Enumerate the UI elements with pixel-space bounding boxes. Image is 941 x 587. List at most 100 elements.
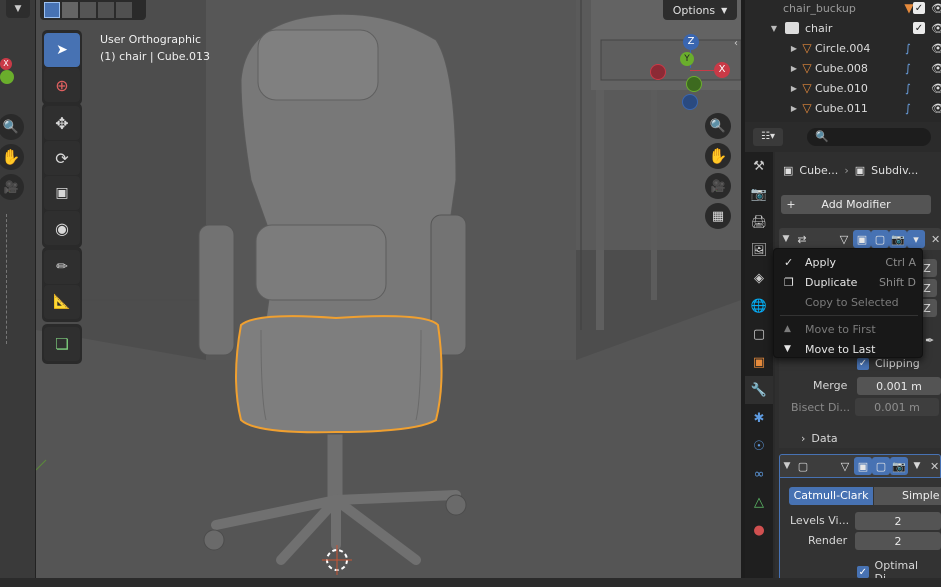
gizmo-neg-z[interactable] bbox=[682, 94, 698, 110]
clipping-checkbox[interactable]: ✓ bbox=[857, 357, 869, 370]
select-new-icon[interactable] bbox=[44, 2, 60, 18]
eyedropper-icon[interactable]: ✒ bbox=[925, 334, 934, 347]
gizmo-neg-x[interactable] bbox=[650, 64, 666, 80]
collapse-arrow-icon[interactable]: ▼ bbox=[779, 234, 793, 244]
scale-icon[interactable]: ▣ bbox=[44, 176, 80, 210]
collapse-dropdown[interactable]: ▼ bbox=[6, 0, 30, 18]
zoom-icon[interactable]: 🔍 bbox=[0, 114, 24, 140]
cursor-icon[interactable]: ⊕ bbox=[44, 68, 80, 102]
viewport-toggle-icon[interactable]: ▢ bbox=[871, 230, 889, 248]
modifier-tab-icon[interactable]: 🔧 bbox=[745, 376, 773, 404]
chevron-down-icon[interactable]: ▼ bbox=[908, 461, 926, 471]
eye-icon[interactable]: 👁 bbox=[931, 62, 941, 75]
menu-item-apply[interactable]: ✓ Apply Ctrl A bbox=[774, 252, 924, 272]
particles-tab-icon[interactable]: ✱ bbox=[745, 404, 773, 432]
editor-type-dropdown[interactable]: ☷▾ bbox=[753, 128, 783, 146]
catmull-clark-button[interactable]: Catmull-Clark bbox=[789, 487, 873, 505]
edit-cage-icon[interactable]: ▽ bbox=[835, 230, 853, 248]
outliner-row[interactable]: ▼ chair ✓ 👁 bbox=[745, 18, 941, 38]
bisect-field[interactable]: 0.001 m bbox=[855, 398, 939, 416]
exclude-checkbox[interactable]: ✓ bbox=[913, 22, 925, 34]
simple-button[interactable]: Simple bbox=[874, 487, 941, 505]
camera-icon[interactable]: 🎥 bbox=[705, 173, 731, 199]
editmode-toggle-icon[interactable]: ▣ bbox=[854, 457, 872, 475]
eye-icon[interactable]: 👁 bbox=[931, 82, 941, 95]
mirror-modifier-header[interactable]: ▼ ⇄ ▽ ▣ ▢ 📷 ▾ ✕ bbox=[779, 228, 941, 250]
expand-arrow-icon[interactable]: ▶ bbox=[789, 84, 799, 93]
view-layer-tab-icon[interactable]: 🖼 bbox=[745, 236, 773, 264]
rotate-icon[interactable]: ⟳ bbox=[44, 141, 80, 175]
viewport-toggle-icon[interactable]: ▢ bbox=[872, 457, 890, 475]
subdiv-modifier-header[interactable]: ▼ ▢ ▽ ▣ ▢ 📷 ▼ ✕ bbox=[779, 454, 941, 478]
menu-item-duplicate[interactable]: ❐ Duplicate Shift D bbox=[774, 272, 924, 292]
eye-icon[interactable]: 👁 bbox=[931, 42, 941, 55]
select-subtract-icon[interactable] bbox=[80, 2, 96, 18]
render-toggle-icon[interactable]: 📷 bbox=[890, 457, 908, 475]
object-tab-icon[interactable]: ▣ bbox=[745, 348, 773, 376]
select-box-icon[interactable]: ➤ bbox=[44, 33, 80, 67]
select-extend-icon[interactable] bbox=[62, 2, 78, 18]
close-icon[interactable]: ✕ bbox=[931, 233, 940, 246]
outliner-row[interactable]: ▶ ▽ Cube.008 ∫ 👁 bbox=[745, 58, 941, 78]
pan-hand-icon[interactable]: ✋ bbox=[0, 144, 24, 170]
render-tab-icon[interactable]: 📷 bbox=[745, 180, 773, 208]
close-icon[interactable]: ✕ bbox=[930, 460, 939, 473]
grid-icon[interactable]: ▦ bbox=[705, 203, 731, 229]
add-cube-icon[interactable]: ❏ bbox=[44, 327, 80, 361]
optimal-display-checkbox[interactable]: ✓ bbox=[857, 566, 869, 578]
eye-icon[interactable]: 👁 bbox=[931, 2, 941, 15]
expand-arrow-icon[interactable]: ▶ bbox=[789, 104, 799, 113]
outliner-row[interactable]: chair_buckup ▼ ✓ 👁 bbox=[745, 0, 941, 18]
x-axis-dot[interactable]: X bbox=[0, 58, 12, 70]
expand-arrow-icon[interactable]: ▼ bbox=[769, 24, 779, 33]
merge-field[interactable]: 0.001 m bbox=[857, 377, 941, 395]
outliner-row[interactable]: ▶ ▽ Cube.010 ∫ 👁 bbox=[745, 78, 941, 98]
annotate-icon[interactable]: ✏ bbox=[44, 250, 80, 284]
physics-tab-icon[interactable]: ☉ bbox=[745, 432, 773, 460]
collection-tab-icon[interactable]: ▢ bbox=[745, 320, 773, 348]
gizmo-z-axis[interactable]: Z bbox=[683, 34, 699, 50]
exclude-checkbox[interactable]: ✓ bbox=[913, 2, 925, 14]
camera-icon[interactable]: 🎥 bbox=[0, 174, 24, 200]
transform-icon[interactable]: ◉ bbox=[44, 211, 80, 245]
data-tab-icon[interactable]: △ bbox=[745, 488, 773, 516]
render-toggle-icon[interactable]: 📷 bbox=[889, 230, 907, 248]
editmode-toggle-icon[interactable]: ▣ bbox=[853, 230, 871, 248]
select-invert-icon[interactable] bbox=[98, 2, 114, 18]
pan-hand-icon[interactable]: ✋ bbox=[705, 143, 731, 169]
output-tab-icon[interactable]: 🖨 bbox=[745, 208, 773, 236]
move-icon[interactable]: ✥ bbox=[44, 106, 80, 140]
measure-icon[interactable]: 📐 bbox=[44, 285, 80, 319]
modifier-wrench-icon: ∫ bbox=[905, 101, 911, 115]
expand-arrow-icon[interactable]: ▶ bbox=[789, 44, 799, 53]
gizmo-neg-y[interactable] bbox=[686, 76, 702, 92]
outliner-row[interactable]: ▶ ▽ Circle.004 ∫ 👁 bbox=[745, 38, 941, 58]
add-modifier-button[interactable]: + Add Modifier bbox=[781, 195, 931, 214]
dropdown-toggle-icon[interactable]: ▾ bbox=[907, 230, 925, 248]
world-tab-icon[interactable]: 🌐 bbox=[745, 292, 773, 320]
expand-arrow-icon[interactable]: ▶ bbox=[789, 64, 799, 73]
y-axis-dot[interactable] bbox=[0, 70, 14, 84]
data-panel-header[interactable]: › Data bbox=[801, 432, 838, 445]
properties-search-input[interactable]: 🔍 bbox=[807, 128, 931, 146]
zoom-icon[interactable]: 🔍 bbox=[705, 113, 731, 139]
eye-icon[interactable]: 👁 bbox=[931, 22, 941, 35]
sidebar-toggle-arrow[interactable]: ‹ bbox=[734, 38, 738, 49]
menu-item-move-to-last[interactable]: ▼ Move to Last bbox=[774, 339, 924, 359]
constraints-tab-icon[interactable]: ∞ bbox=[745, 460, 773, 488]
edit-cage-icon[interactable]: ▽ bbox=[836, 457, 854, 475]
render-levels-field[interactable]: 2 bbox=[855, 532, 941, 550]
gizmo-x-axis[interactable]: X bbox=[714, 62, 730, 78]
navigation-gizmo[interactable]: Z Y X bbox=[650, 34, 740, 114]
eye-icon[interactable]: 👁 bbox=[931, 102, 941, 115]
gizmo-y-axis[interactable]: Y bbox=[680, 52, 694, 66]
collapse-arrow-icon[interactable]: ▼ bbox=[780, 461, 794, 471]
tool-tab-icon[interactable]: ⚒ bbox=[745, 152, 773, 180]
levels-viewport-field[interactable]: 2 bbox=[855, 512, 941, 530]
outliner-row[interactable]: ▶ ▽ Cube.011 ∫ 👁 bbox=[745, 98, 941, 118]
3d-viewport[interactable]: User Orthographic (1) chair | Cube.013 O… bbox=[36, 0, 741, 578]
options-dropdown[interactable]: Options ▼ bbox=[663, 0, 737, 20]
material-tab-icon[interactable]: ● bbox=[745, 516, 773, 544]
select-intersect-icon[interactable] bbox=[116, 2, 132, 18]
scene-tab-icon[interactable]: ◈ bbox=[745, 264, 773, 292]
